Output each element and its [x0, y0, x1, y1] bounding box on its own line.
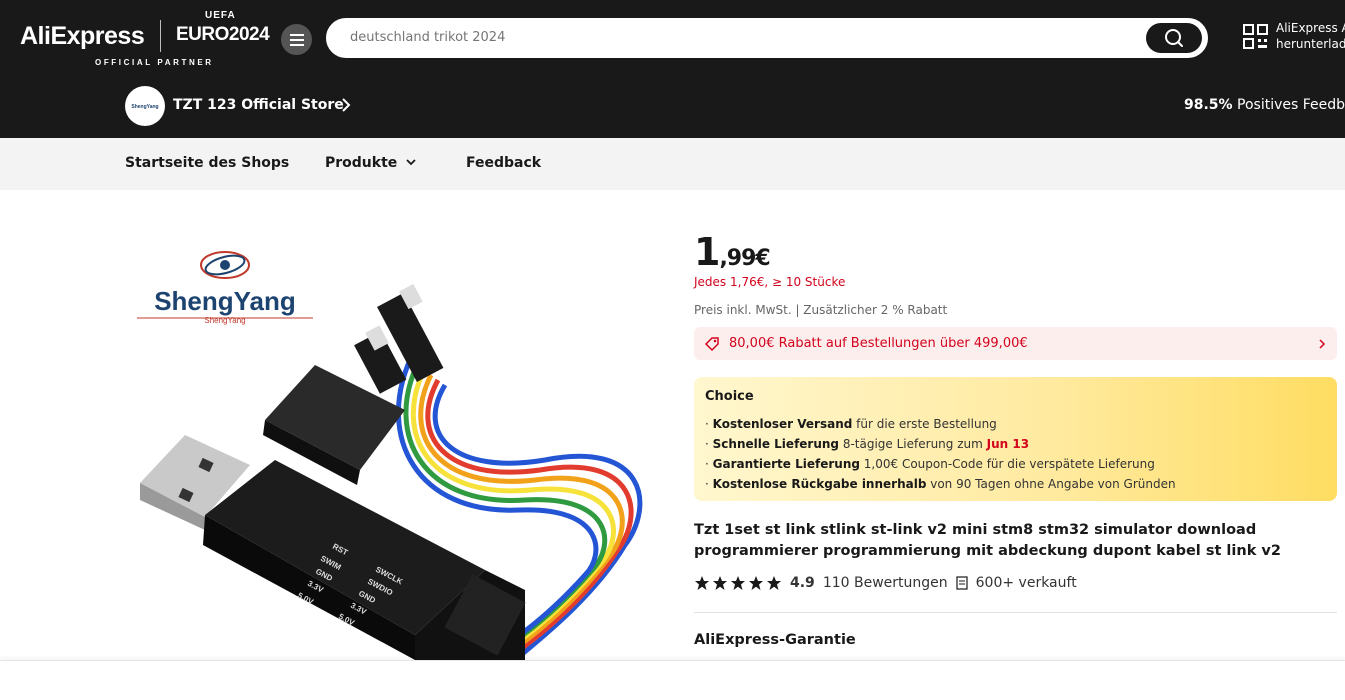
product-title: Tzt 1set st link stlink st-link v2 mini …: [694, 522, 1281, 559]
choice-benefit-item: · Schnelle Lieferung 8-tägige Lieferung …: [705, 437, 1030, 451]
star-icon: [731, 576, 745, 590]
euro2024-logo: EURO2024: [176, 24, 270, 45]
coupon-tag-icon: [704, 337, 719, 352]
bottom-edge: [0, 660, 1345, 700]
store-name[interactable]: TZT 123 Official Store: [173, 97, 344, 113]
star-icon: [767, 576, 781, 590]
choice-benefits[interactable]: Choice · Kostenloser Versand für die ers…: [694, 377, 1337, 501]
search-bar: [326, 18, 1208, 58]
choice-benefit-item: · Kostenlose Rückgabe innerhalb von 90 T…: [705, 477, 1176, 491]
qr-code-icon: [1243, 23, 1268, 49]
aliexpress-logo[interactable]: AliExpress: [20, 22, 145, 51]
store-logo-icon: ShengYang: [131, 104, 158, 110]
product-photo: ShengYang ShengYang RST SWIM GND 3.3V 5.…: [137, 251, 643, 660]
brand-logo: ShengYang ShengYang: [137, 251, 313, 325]
bulk-price: Jedes 1,76€, ≥ 10 Stücke: [694, 275, 846, 289]
choice-benefit-item: · Garantierte Lieferung 1,00€ Coupon-Cod…: [705, 457, 1155, 471]
hamburger-icon: [289, 33, 304, 46]
divider: [694, 612, 1337, 613]
feedback-label: Positives Feedba: [1237, 97, 1345, 113]
star-rating: [694, 575, 782, 591]
coupon-text: 80,00€ Rabatt auf Bestellungen über 499,…: [729, 336, 1028, 351]
tax-note: Preis inkl. MwSt. | Zusätzlicher 2 % Rab…: [694, 303, 948, 317]
choice-benefit-list: · Kostenloser Versand für die erste Best…: [705, 414, 1176, 494]
nav-store-home[interactable]: Startseite des Shops: [125, 155, 289, 171]
nav-products-label: Produkte: [325, 155, 398, 171]
feedback-percent: 98.5%: [1184, 97, 1233, 113]
official-partner-label: OFFICIAL PARTNER: [95, 58, 214, 67]
product-image[interactable]: ShengYang ShengYang RST SWIM GND 3.3V 5.…: [125, 215, 665, 660]
star-icon: [713, 576, 727, 590]
sold-bag-icon: [956, 576, 968, 590]
chevron-down-icon: [406, 159, 416, 166]
price-integer: 1: [694, 230, 720, 274]
category-menu-button[interactable]: [281, 24, 312, 55]
review-count[interactable]: 110 Bewertungen: [823, 575, 948, 591]
chevron-right-icon: [1319, 339, 1326, 349]
store-nav: Startseite des Shops Produkte Feedback: [0, 138, 1345, 190]
svg-text:ShengYang: ShengYang: [131, 104, 158, 110]
chevron-right-icon[interactable]: [340, 96, 352, 114]
brand-logo-text: ShengYang: [154, 286, 296, 316]
choice-title: Choice: [705, 389, 754, 404]
price-decimal: ,99€: [719, 246, 770, 271]
app-download-link[interactable]: AliExpress Ap herunterlade: [1243, 20, 1345, 52]
nav-feedback[interactable]: Feedback: [466, 155, 541, 171]
logo-divider: [160, 20, 161, 52]
choice-benefit-item: · Kostenloser Versand für die erste Best…: [705, 417, 997, 431]
top-header: AliExpress UEFA EURO2024 OFFICIAL PARTNE…: [0, 0, 1345, 138]
star-icon: [749, 576, 763, 590]
search-input[interactable]: [350, 30, 1130, 45]
star-icon: [695, 576, 709, 590]
uefa-label: UEFA: [205, 10, 236, 21]
price: 1,99€: [694, 230, 771, 274]
search-button[interactable]: [1146, 23, 1202, 53]
store-row: ShengYang TZT 123 Official Store 98.5% P…: [0, 86, 1345, 126]
sold-count: 600+ verkauft: [975, 575, 1077, 591]
rating-row[interactable]: 4.9 110 Bewertungen 600+ verkauft: [694, 575, 1077, 591]
store-feedback: 98.5% Positives Feedba: [1184, 97, 1345, 113]
brand-logo-subtext: ShengYang: [204, 316, 245, 325]
search-icon: [1165, 29, 1183, 47]
nav-products[interactable]: Produkte: [325, 155, 417, 171]
rating-score: 4.9: [790, 575, 815, 591]
store-avatar[interactable]: ShengYang: [125, 86, 165, 126]
guarantee-heading[interactable]: AliExpress-Garantie: [694, 632, 856, 648]
stlink-body: [203, 460, 526, 660]
app-download-text: AliExpress Ap herunterlade: [1276, 21, 1345, 51]
coupon-banner[interactable]: 80,00€ Rabatt auf Bestellungen über 499,…: [694, 327, 1337, 360]
